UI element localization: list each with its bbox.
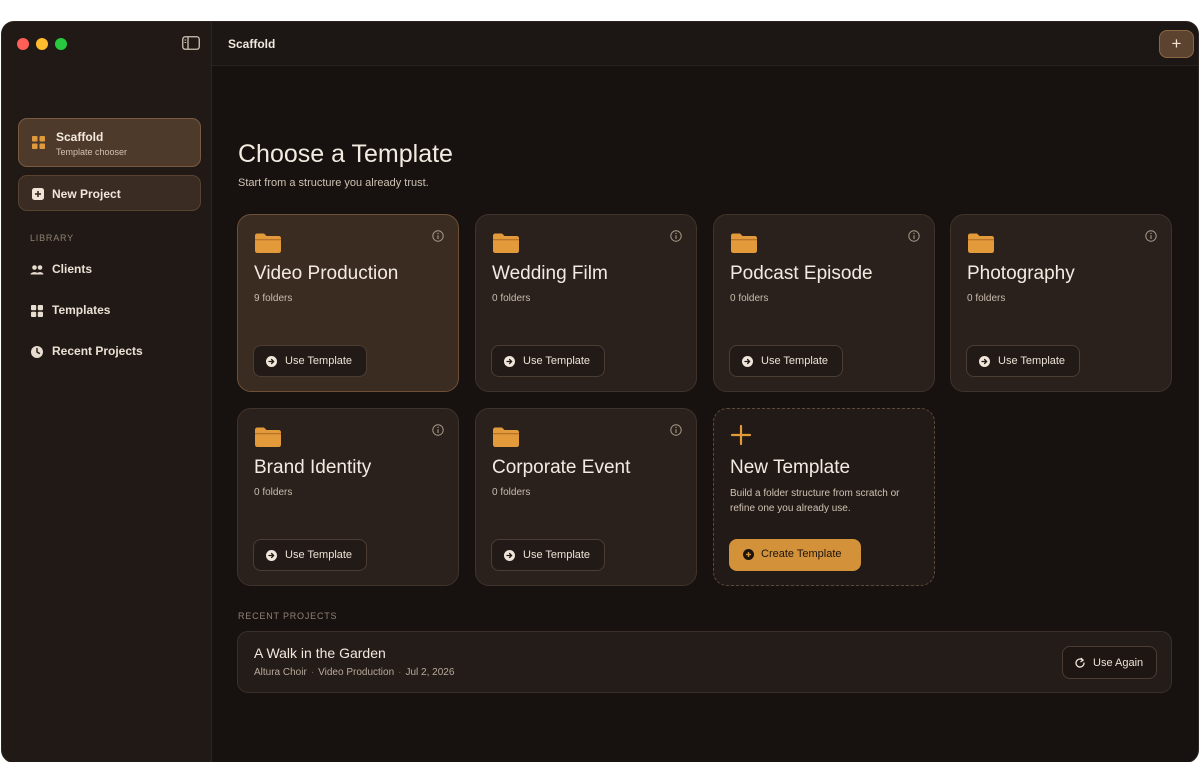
template-card-video-production[interactable]: Video Production 9 folders Use Template [237, 214, 459, 392]
window-controls [17, 38, 67, 50]
sidebar: Scaffold Template chooser New Project LI… [2, 22, 212, 762]
sidebar-item-templates[interactable]: Templates [30, 300, 200, 322]
sidebar-toggle-icon[interactable] [182, 36, 200, 50]
new-template-card: New Template Build a folder structure fr… [713, 408, 935, 586]
meta-separator: · [310, 667, 315, 678]
use-template-button[interactable]: Use Template [253, 345, 367, 377]
folder-icon [493, 427, 519, 447]
use-again-button[interactable]: Use Again [1062, 646, 1157, 679]
window-title: Scaffold [228, 37, 276, 51]
plus-circle-icon [743, 549, 754, 560]
sidebar-brand-card[interactable]: Scaffold Template chooser [18, 118, 201, 167]
info-icon[interactable] [432, 424, 444, 436]
template-folder-count: 0 folders [492, 293, 531, 304]
template-card-corporate-event[interactable]: Corporate Event 0 folders Use Template [475, 408, 697, 586]
arrow-circle-icon [266, 356, 277, 367]
brand-subtitle: Template chooser [56, 147, 128, 157]
template-title: Podcast Episode [730, 263, 873, 284]
add-button[interactable]: + [1159, 30, 1194, 58]
arrow-circle-icon [979, 356, 990, 367]
create-template-label: Create Template [761, 548, 842, 560]
info-icon[interactable] [670, 230, 682, 242]
arrow-circle-icon [266, 550, 277, 561]
plus-icon [730, 424, 752, 446]
template-title: Video Production [254, 263, 399, 284]
template-title: Wedding Film [492, 263, 608, 284]
template-folder-count: 0 folders [492, 487, 531, 498]
template-title: Photography [967, 263, 1075, 284]
template-card-wedding-film[interactable]: Wedding Film 0 folders Use Template [475, 214, 697, 392]
brand-title: Scaffold [56, 130, 104, 144]
recent-project-row[interactable]: A Walk in the Garden Altura Choir · Video … [237, 631, 1172, 693]
sidebar-item-label: Recent Projects [52, 344, 143, 358]
use-template-button[interactable]: Use Template [729, 345, 843, 377]
use-template-label: Use Template [523, 355, 591, 367]
refresh-icon [1075, 657, 1085, 668]
arrow-circle-icon [504, 550, 515, 561]
new-template-title: New Template [730, 457, 851, 478]
app-window: Scaffold Template chooser New Project LI… [2, 22, 1198, 762]
use-template-label: Use Template [998, 355, 1066, 367]
recent-project-template: Video Production [318, 667, 395, 678]
clock-icon [31, 346, 43, 358]
sidebar-item-recent-projects[interactable]: Recent Projects [30, 341, 200, 363]
plus-square-icon [32, 188, 44, 200]
folder-icon [968, 233, 994, 253]
arrow-circle-icon [742, 356, 753, 367]
sidebar-item-label: Clients [52, 262, 93, 276]
use-template-button[interactable]: Use Template [491, 539, 605, 571]
template-card-brand-identity[interactable]: Brand Identity 0 folders Use Template [237, 408, 459, 586]
minimize-window-button[interactable] [36, 38, 48, 50]
info-icon[interactable] [670, 424, 682, 436]
recent-project-client: Altura Choir [254, 667, 307, 678]
close-window-button[interactable] [17, 38, 29, 50]
use-again-label: Use Again [1093, 657, 1144, 669]
create-template-button[interactable]: Create Template [729, 539, 861, 571]
zoom-window-button[interactable] [55, 38, 67, 50]
folder-icon [255, 233, 281, 253]
meta-separator: · [398, 667, 402, 678]
use-template-button[interactable]: Use Template [966, 345, 1080, 377]
folder-icon [493, 233, 519, 253]
template-folder-count: 0 folders [967, 293, 1006, 304]
use-template-button[interactable]: Use Template [253, 539, 367, 571]
use-template-button[interactable]: Use Template [491, 345, 605, 377]
page-subtitle: Start from a structure you already trust… [238, 177, 429, 189]
template-card-photography[interactable]: Photography 0 folders Use Template [950, 214, 1172, 392]
arrow-circle-icon [504, 356, 515, 367]
info-icon[interactable] [1145, 230, 1157, 242]
recent-project-meta: Altura Choir · Video Production · Jul 2, 202… [254, 667, 454, 678]
sidebar-item-label: Templates [52, 303, 111, 317]
use-template-label: Use Template [761, 355, 829, 367]
library-section-label: LIBRARY [30, 233, 74, 243]
template-folder-count: 0 folders [254, 487, 293, 498]
sidebar-item-clients[interactable]: Clients [30, 259, 200, 281]
template-title: Corporate Event [492, 457, 631, 478]
template-folder-count: 0 folders [730, 293, 769, 304]
page-title: Choose a Template [238, 140, 453, 168]
folder-icon [255, 427, 281, 447]
recent-projects-label: RECENT PROJECTS [238, 611, 338, 621]
new-template-description: Build a folder structure from scratch or… [730, 488, 900, 514]
use-template-label: Use Template [523, 549, 591, 561]
people-icon [30, 265, 44, 275]
template-folder-count: 9 folders [254, 293, 293, 304]
new-project-label: New Project [52, 187, 121, 201]
use-template-label: Use Template [285, 355, 353, 367]
top-bar: Scaffold + [212, 22, 1198, 66]
template-title: Brand Identity [254, 457, 372, 478]
grid-icon [32, 136, 45, 149]
grid-icon [31, 305, 43, 317]
new-project-button[interactable]: New Project [18, 175, 201, 211]
info-icon[interactable] [908, 230, 920, 242]
folder-icon [731, 233, 757, 253]
info-icon[interactable] [432, 230, 444, 242]
recent-project-date: Jul 2, 2026 [405, 667, 455, 678]
template-card-podcast-episode[interactable]: Podcast Episode 0 folders Use Template [713, 214, 935, 392]
use-template-label: Use Template [285, 549, 353, 561]
recent-project-title: A Walk in the Garden [254, 645, 386, 661]
